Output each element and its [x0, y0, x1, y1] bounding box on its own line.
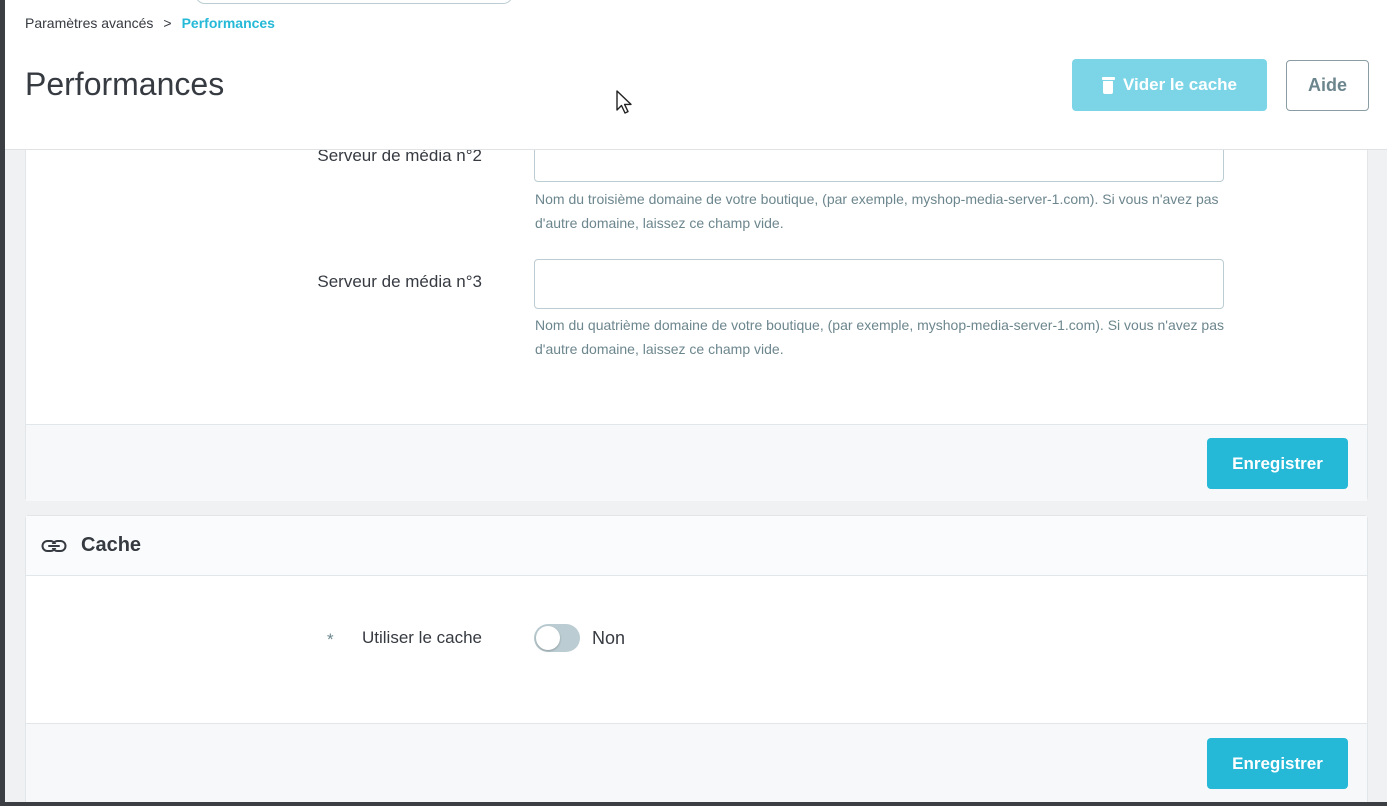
trash-icon	[1101, 76, 1115, 94]
breadcrumb-current[interactable]: Performances	[182, 15, 275, 31]
window-bottom-edge	[0, 802, 1387, 806]
search-input[interactable]	[195, 0, 513, 4]
media-server-3-label: Serveur de média n°3	[317, 272, 482, 291]
page-header: Paramètres avancés > Performances Perfor…	[5, 0, 1387, 150]
cache-panel-title: Cache	[81, 534, 142, 556]
use-cache-label: Utiliser le cache	[362, 628, 482, 647]
use-cache-toggle[interactable]	[534, 624, 580, 652]
media-server-2-help: Nom du troisième domaine de votre boutiq…	[535, 191, 1219, 231]
clear-cache-label: Vider le cache	[1122, 75, 1238, 94]
cache-panel-footer: Enregistrer	[26, 723, 1367, 806]
breadcrumb-parent[interactable]: Paramètres avancés	[25, 15, 153, 31]
media-server-3-input[interactable]	[534, 259, 1224, 309]
save-cache-button[interactable]: Enregistrer	[1207, 738, 1348, 789]
media-servers-footer: Enregistrer	[26, 424, 1367, 501]
page-title: Performances	[25, 66, 225, 102]
help-button[interactable]: Aide	[1286, 60, 1369, 111]
clear-cache-button[interactable]: Vider le cache	[1072, 59, 1267, 111]
use-cache-state: Non	[592, 628, 626, 648]
link-icon	[41, 539, 67, 552]
cache-panel-header: Cache	[26, 516, 1367, 576]
cache-panel: Cache * Utiliser le cache Non Enregistre…	[25, 515, 1368, 806]
media-server-3-help: Nom du quatrième domaine de votre boutiq…	[535, 317, 1224, 357]
breadcrumb-separator: >	[163, 15, 172, 31]
mouse-cursor-icon	[616, 90, 632, 114]
use-cache-toggle-knob	[536, 626, 560, 650]
breadcrumb: Paramètres avancés > Performances	[25, 15, 275, 31]
save-media-servers-button[interactable]: Enregistrer	[1207, 438, 1348, 489]
media-servers-panel: Serveur de média n°2 Nom du troisième do…	[25, 120, 1368, 501]
